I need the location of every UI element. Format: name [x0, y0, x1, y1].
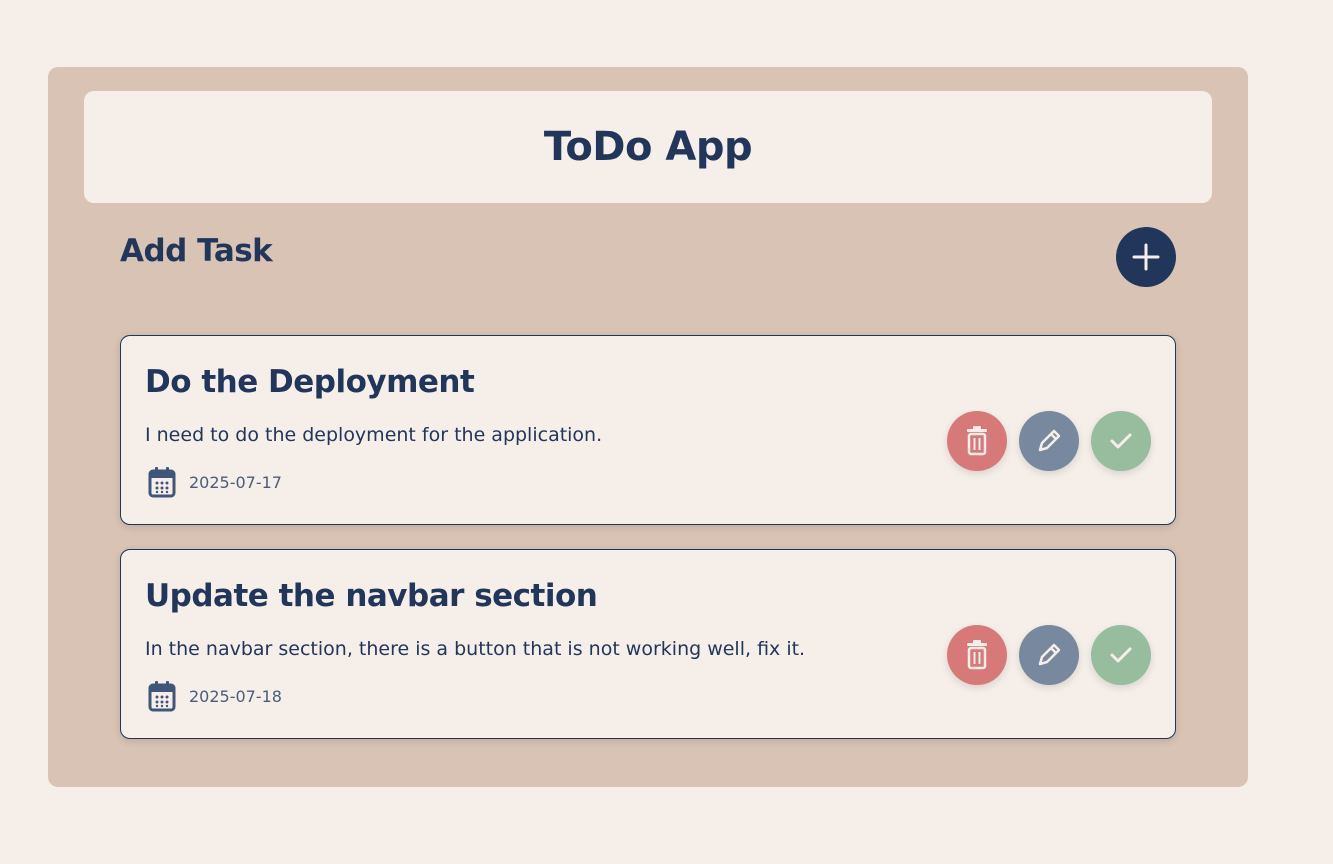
app-container: ToDo App Add Task Do the Deployment I ne… — [48, 67, 1248, 787]
delete-button[interactable] — [947, 411, 1007, 471]
pencil-icon — [1038, 429, 1061, 452]
task-date-row: 2025-07-17 — [147, 466, 282, 498]
task-title: Do the Deployment — [145, 364, 475, 400]
plus-icon — [1132, 243, 1160, 271]
trash-icon — [967, 640, 987, 670]
header: ToDo App — [84, 91, 1212, 203]
task-actions — [947, 411, 1151, 471]
edit-button[interactable] — [1019, 625, 1079, 685]
task-card: Update the navbar section In the navbar … — [120, 549, 1176, 739]
add-task-label: Add Task — [120, 233, 273, 269]
add-task-button[interactable] — [1116, 227, 1176, 287]
app-title: ToDo App — [543, 124, 753, 170]
task-description: In the navbar section, there is a button… — [145, 638, 806, 660]
pencil-icon — [1038, 643, 1061, 666]
calendar-icon — [148, 467, 176, 498]
complete-button[interactable] — [1091, 411, 1151, 471]
task-date: 2025-07-17 — [189, 472, 282, 492]
task-description: I need to do the deployment for the appl… — [145, 424, 603, 446]
task-date: 2025-07-18 — [189, 686, 282, 706]
trash-icon — [967, 426, 987, 456]
task-actions — [947, 625, 1151, 685]
check-icon — [1110, 647, 1132, 663]
task-date-row: 2025-07-18 — [147, 680, 282, 712]
calendar-icon — [148, 681, 176, 712]
edit-button[interactable] — [1019, 411, 1079, 471]
check-icon — [1110, 433, 1132, 449]
task-card: Do the Deployment I need to do the deplo… — [120, 335, 1176, 525]
delete-button[interactable] — [947, 625, 1007, 685]
task-title: Update the navbar section — [145, 578, 598, 614]
complete-button[interactable] — [1091, 625, 1151, 685]
